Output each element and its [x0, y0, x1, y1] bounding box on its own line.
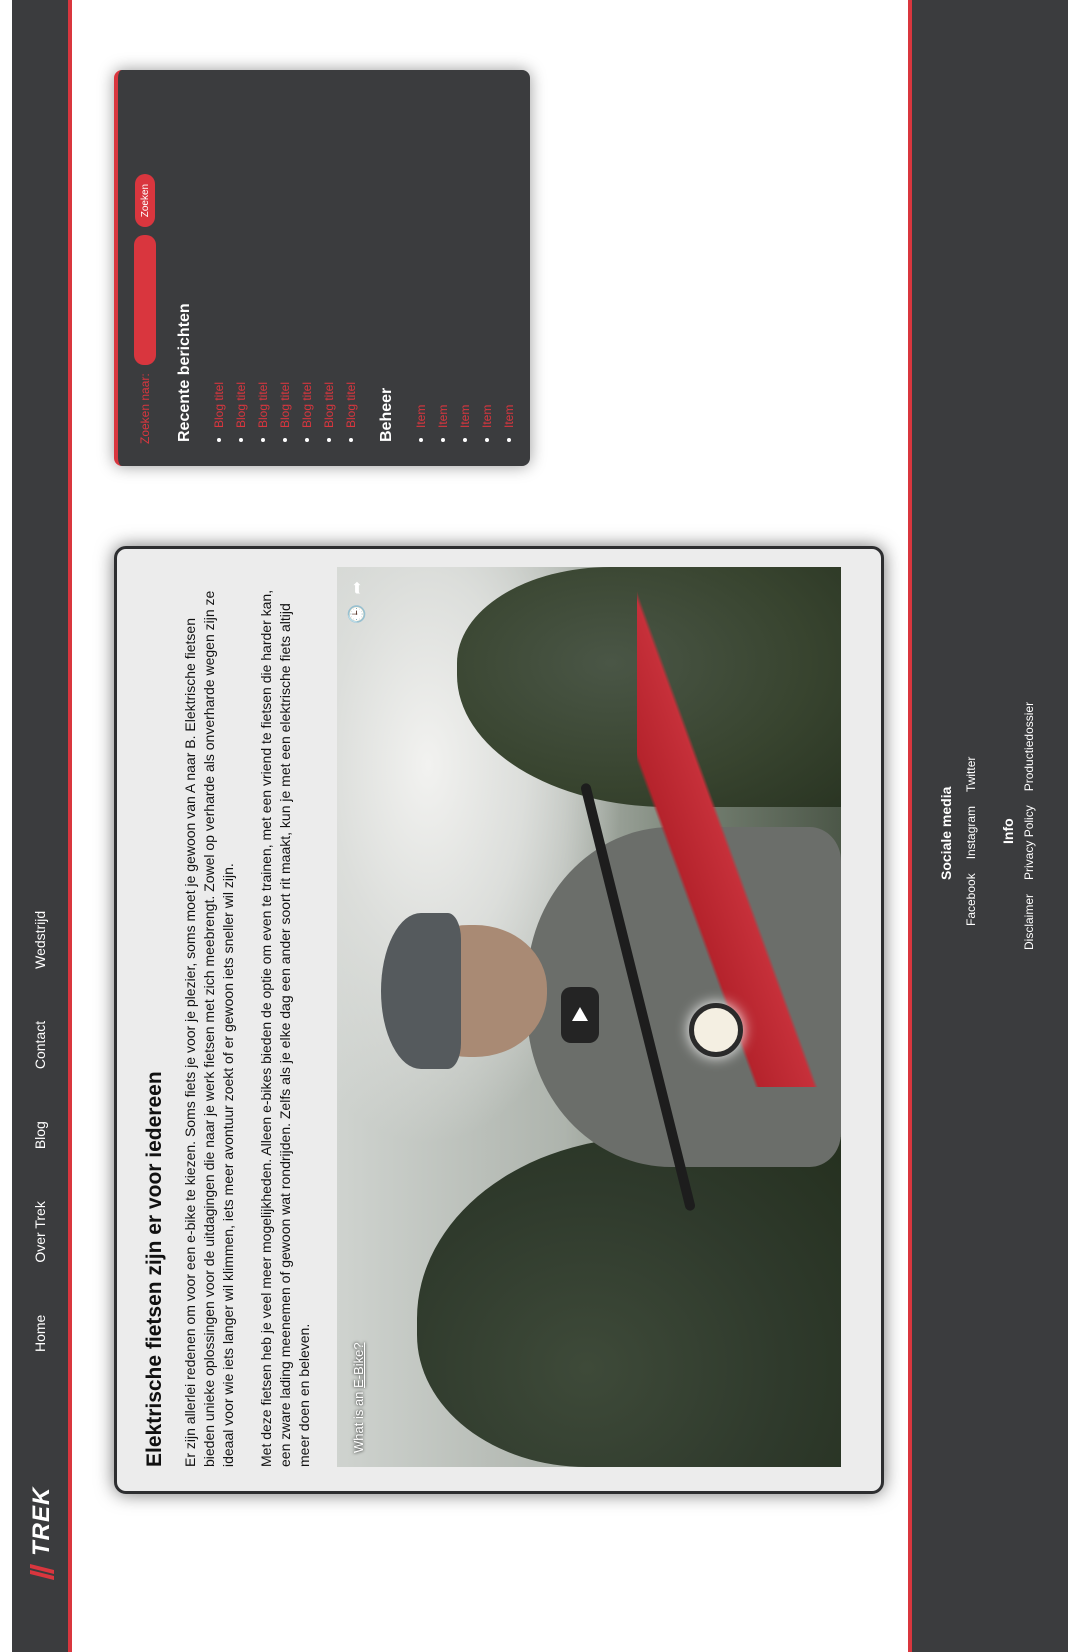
- productiedossier-link[interactable]: Productiedossier: [1022, 702, 1036, 791]
- social-media-heading: Sociale media: [938, 786, 954, 880]
- beheer-list: Item Item Item Item Item: [410, 405, 520, 442]
- video-title-link[interactable]: E-Bike?: [351, 1342, 366, 1388]
- recent-post-link[interactable]: Blog titel: [274, 382, 296, 442]
- instagram-link[interactable]: Instagram: [964, 806, 978, 859]
- thumbnail-bike: [637, 567, 841, 1087]
- search-form: Zoeken naar: Zoeken: [134, 173, 156, 444]
- beheer-item-link[interactable]: Item: [410, 405, 432, 442]
- beheer-item-link[interactable]: Item: [476, 405, 498, 442]
- thumbnail-helmet: [381, 913, 461, 1069]
- play-button[interactable]: [561, 987, 599, 1043]
- recent-post-link[interactable]: Blog titel: [296, 382, 318, 442]
- article-paragraph-2: Met deze fietsen heb je veel meer mogeli…: [258, 589, 312, 1467]
- recent-post-link[interactable]: Blog titel: [208, 382, 230, 442]
- video-player[interactable]: What is an E-Bike? 🕒 ➦: [337, 567, 841, 1467]
- nav-wedstrijd[interactable]: Wedstrijd: [32, 911, 48, 969]
- privacy-policy-link[interactable]: Privacy Policy: [1022, 805, 1036, 880]
- brand-name: TREK: [28, 1486, 55, 1556]
- video-controls: 🕒 ➦: [347, 581, 367, 624]
- beheer-item-link[interactable]: Item: [432, 405, 454, 442]
- disclaimer-link[interactable]: Disclaimer: [1022, 894, 1036, 950]
- nav-home[interactable]: Home: [32, 1315, 48, 1352]
- twitter-link[interactable]: Twitter: [964, 757, 978, 792]
- share-icon[interactable]: ➦: [347, 581, 367, 594]
- facebook-link[interactable]: Facebook: [964, 873, 978, 926]
- info-links: Disclaimer Privacy Policy Productiedossi…: [1022, 702, 1036, 950]
- thumbnail-bike-light: [689, 1003, 743, 1057]
- recent-post-link[interactable]: Blog titel: [230, 382, 252, 442]
- main-nav: Home Over Trek Blog Contact Wedstrijd: [12, 859, 68, 1352]
- nav-over-trek[interactable]: Over Trek: [32, 1201, 48, 1262]
- sidebar: Zoeken naar: Zoeken Recente berichten Bl…: [114, 70, 530, 466]
- recent-posts-heading: Recente berichten: [176, 303, 193, 442]
- search-label: Zoeken naar:: [138, 373, 152, 444]
- video-title[interactable]: What is an E-Bike?: [351, 1342, 366, 1453]
- page-rotated: TREK Home Over Trek Blog Contact Wedstri…: [0, 0, 1068, 1652]
- watch-later-icon[interactable]: 🕒: [347, 604, 367, 624]
- beheer-item-link[interactable]: Item: [498, 405, 520, 442]
- trek-logo-icon: [30, 1564, 54, 1580]
- nav-contact[interactable]: Contact: [32, 1021, 48, 1069]
- trek-logo[interactable]: TREK: [26, 1487, 58, 1582]
- site-header: TREK Home Over Trek Blog Contact Wedstri…: [12, 0, 72, 1652]
- social-links: Facebook Instagram Twitter: [964, 757, 978, 926]
- article-title: Elektrische fietsen zijn er voor iederee…: [143, 1071, 166, 1467]
- search-input[interactable]: [134, 235, 156, 366]
- site-footer: Sociale media Facebook Instagram Twitter…: [908, 0, 1068, 1652]
- search-button[interactable]: Zoeken: [135, 173, 155, 228]
- recent-post-link[interactable]: Blog titel: [252, 382, 274, 442]
- recent-post-link[interactable]: Blog titel: [340, 382, 362, 442]
- beheer-item-link[interactable]: Item: [454, 405, 476, 442]
- recent-post-link[interactable]: Blog titel: [318, 382, 340, 442]
- recent-posts-list: Blog titel Blog titel Blog titel Blog ti…: [208, 382, 362, 442]
- video-title-prefix: What is an: [351, 1387, 366, 1453]
- article-card: Elektrische fietsen zijn er voor iederee…: [114, 546, 884, 1494]
- nav-blog[interactable]: Blog: [32, 1121, 48, 1149]
- beheer-heading: Beheer: [378, 387, 395, 442]
- info-heading: Info: [1000, 818, 1016, 844]
- article-paragraph-1: Er zijn allerlei redenen om voor een e-b…: [182, 590, 236, 1467]
